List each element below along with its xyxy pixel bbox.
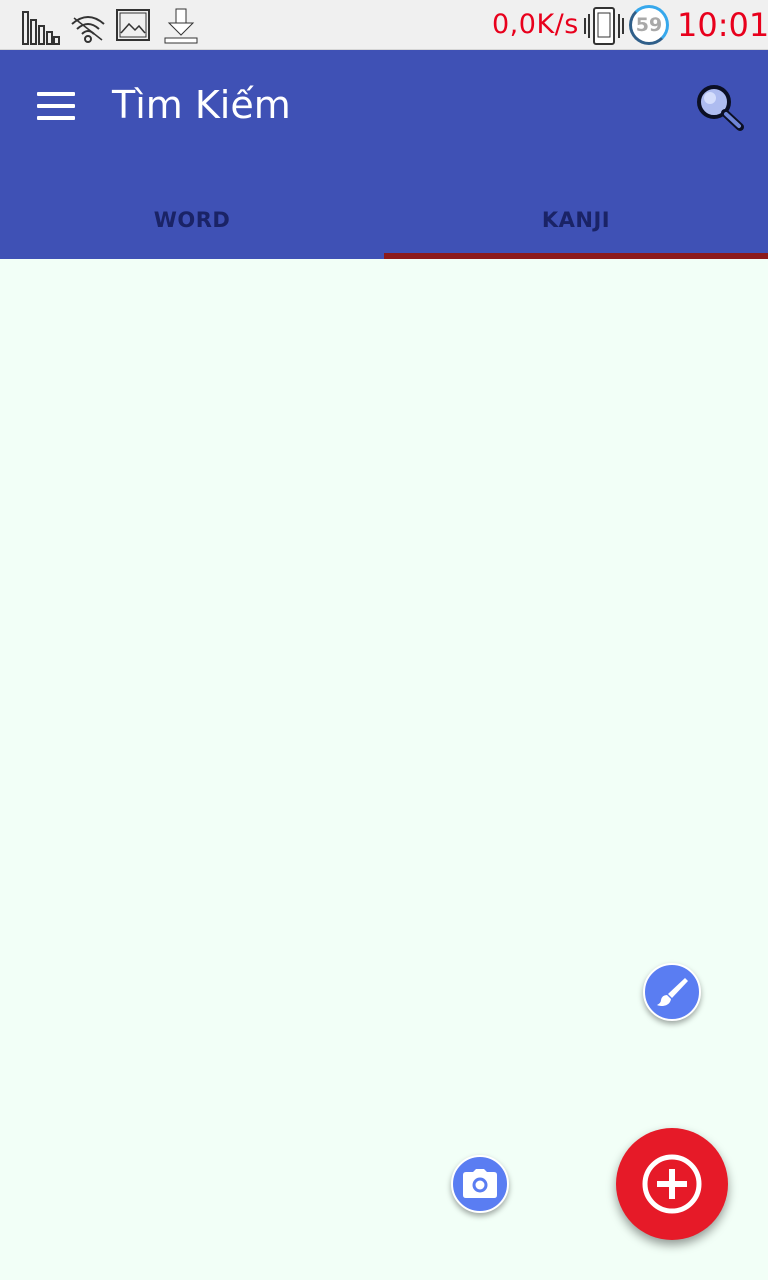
image-icon: [116, 9, 150, 41]
status-bar: 0,0K/s 59 10:01: [0, 0, 768, 50]
app-bar: Tìm Kiếm WORD KANJI: [0, 50, 768, 259]
clock: 10:01: [677, 6, 768, 44]
tab-word[interactable]: WORD: [0, 180, 384, 259]
menu-button[interactable]: [28, 82, 84, 130]
hamburger-menu-icon-line: [37, 116, 75, 120]
camera-button[interactable]: [451, 1155, 509, 1213]
handwriting-button[interactable]: [643, 963, 701, 1021]
brush-icon: [657, 978, 688, 1006]
tab-word-label: WORD: [153, 207, 231, 232]
search-button[interactable]: [690, 80, 750, 136]
hamburger-menu-icon-line: [37, 104, 75, 108]
results-area: [0, 259, 768, 1280]
hamburger-menu-icon: [37, 92, 75, 96]
camera-icon: [463, 1169, 497, 1198]
add-circle-icon: [642, 1154, 702, 1214]
tab-kanji-label: KANJI: [541, 207, 611, 232]
battery-level: 59: [635, 14, 663, 36]
wifi-icon: [71, 16, 105, 43]
signal-bars-icon: [22, 11, 60, 45]
add-button[interactable]: [616, 1128, 728, 1240]
tab-kanji[interactable]: KANJI: [384, 180, 768, 259]
download-icon: [164, 8, 198, 44]
network-speed: 0,0K/s: [492, 9, 579, 40]
battery-indicator: 59: [629, 5, 669, 45]
search-icon: [697, 85, 744, 131]
page-title: Tìm Kiếm: [112, 83, 291, 127]
vibrate-icon: [584, 7, 624, 45]
